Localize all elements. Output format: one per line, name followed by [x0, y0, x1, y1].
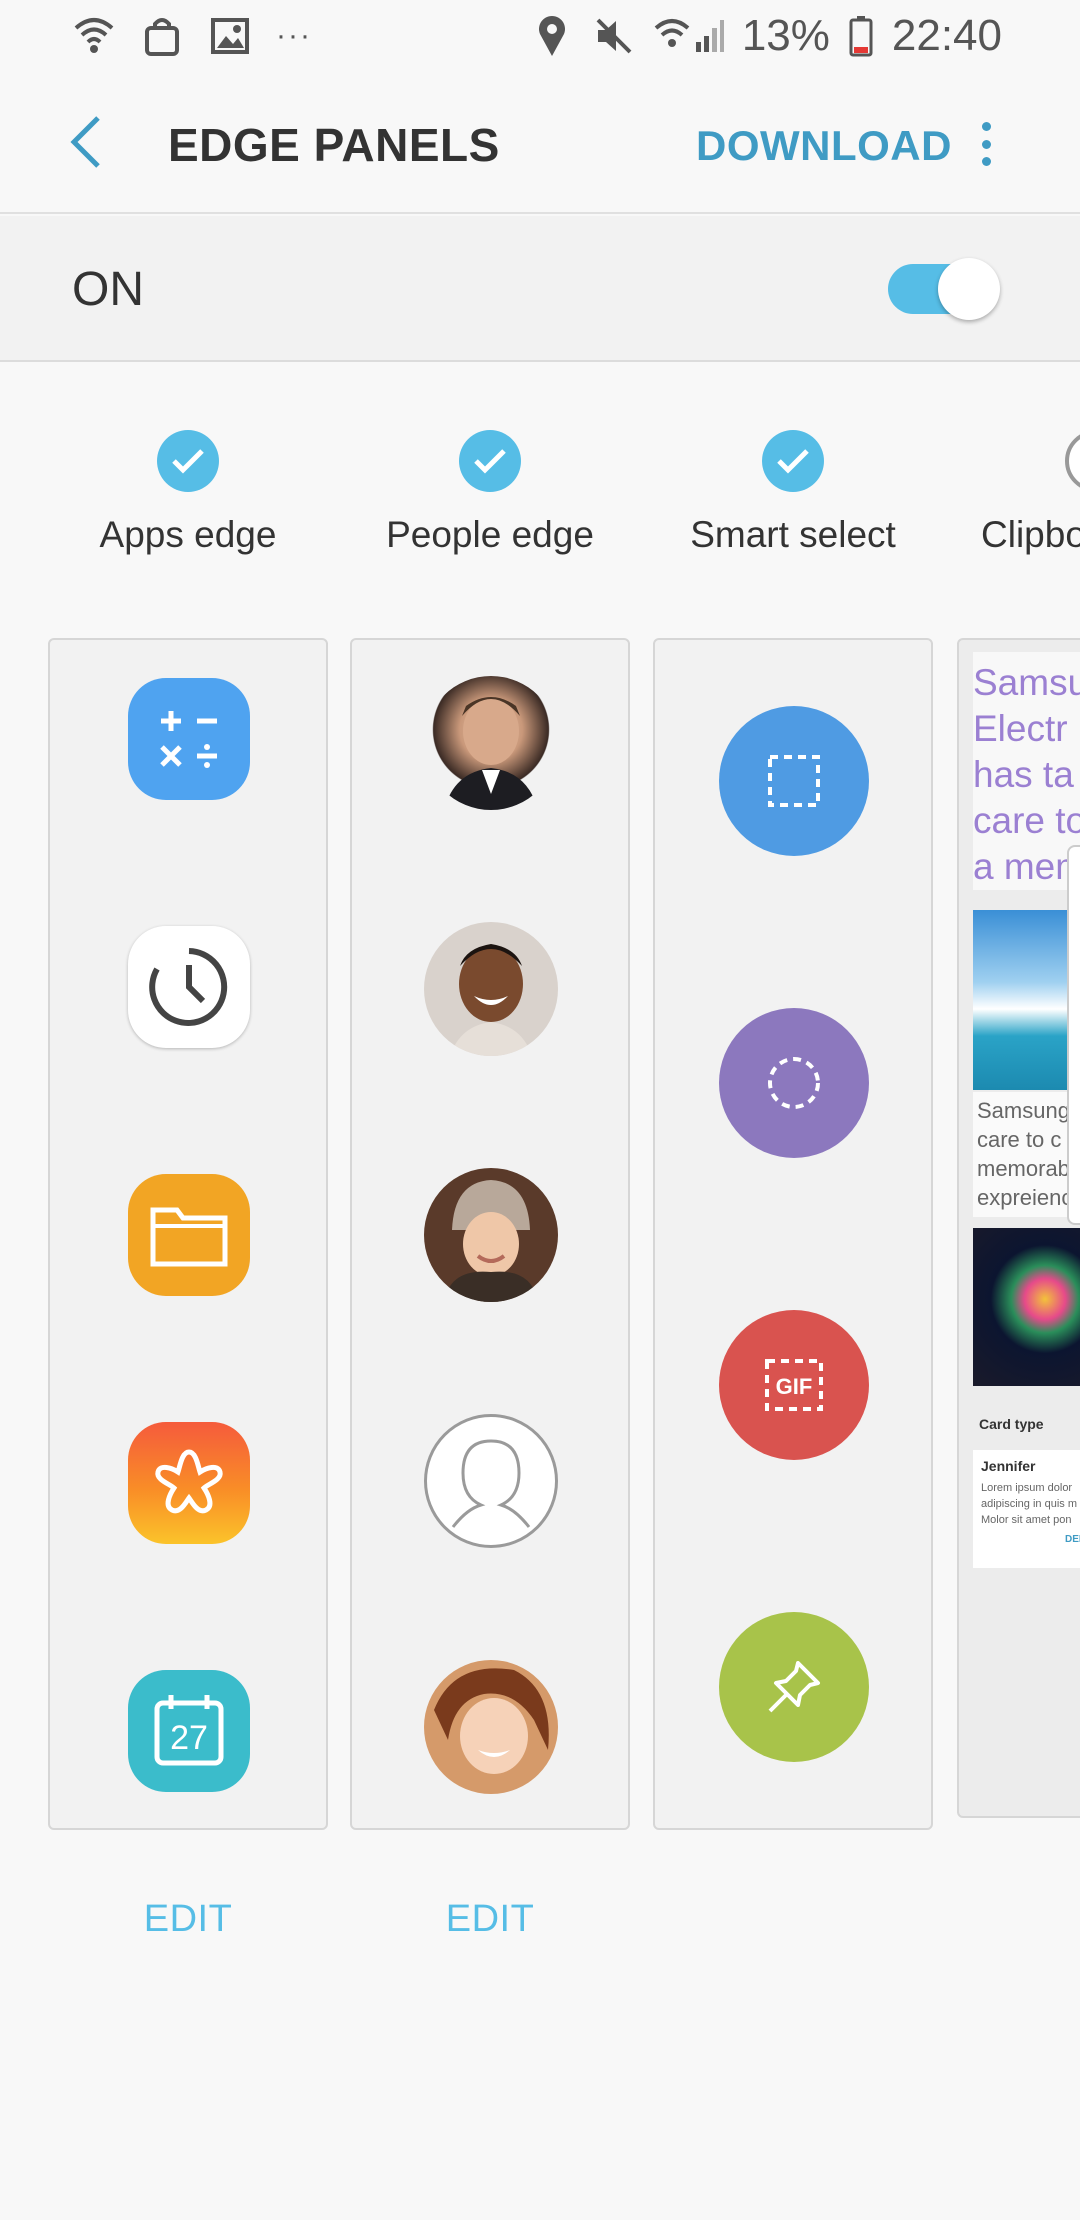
caption-line: care to c	[977, 1127, 1062, 1152]
wifi-icon	[72, 14, 116, 58]
image-icon	[208, 14, 252, 58]
back-arrow-icon	[70, 116, 100, 168]
caption-line: Samsung	[977, 1098, 1070, 1123]
note-delete-action: DEL	[1065, 1534, 1080, 1545]
app-bar: EDGE PANELS DOWNLOAD	[0, 72, 1080, 214]
clipboard-overlay-card	[1067, 845, 1080, 1225]
contact-avatar-5[interactable]	[424, 1660, 558, 1794]
unchecked-circle-icon[interactable]	[1065, 430, 1080, 492]
download-button[interactable]: DOWNLOAD	[696, 122, 952, 170]
contact-avatar-3[interactable]	[424, 1168, 558, 1302]
more-dot	[981, 122, 991, 131]
rectangle-select-icon[interactable]	[719, 706, 869, 856]
clipboard-preview[interactable]: Samsu Electr has ta care to a mem Samsun…	[957, 638, 1080, 1818]
edit-apps-edge-button[interactable]: EDIT	[48, 1898, 328, 1941]
clipboard-text-line: Electr	[973, 708, 1068, 749]
panel-selector-people-edge[interactable]: People edge	[350, 430, 630, 556]
note-line: Lorem ipsum dolor	[981, 1482, 1073, 1494]
note-title: Jennifer	[981, 1458, 1036, 1474]
caption-line: memorab	[977, 1156, 1070, 1181]
smart-select-preview[interactable]: GIF	[653, 638, 933, 1830]
panel-selector-clipboard[interactable]: Clipboard	[957, 430, 1080, 556]
clipboard-note-card: Jennifer Lorem ipsum dolor adipiscing in…	[973, 1450, 1080, 1568]
panel-selector-apps-edge[interactable]: Apps edge	[48, 430, 328, 556]
panel-selector-smart-select[interactable]: Smart select	[653, 430, 933, 556]
toggle-knob	[938, 258, 1000, 320]
more-dot	[981, 139, 991, 149]
apps-edge-preview[interactable]: 27	[48, 638, 328, 1830]
wifi-signal-icon	[654, 14, 724, 58]
clipboard-beach-image	[973, 910, 1080, 1090]
caption-line: expreienc	[977, 1185, 1073, 1210]
contact-avatar-2[interactable]	[424, 922, 558, 1056]
clock-time: 22:40	[891, 11, 1002, 60]
edit-people-edge-button[interactable]: EDIT	[350, 1898, 630, 1941]
clipboard-text-line: has ta	[973, 754, 1074, 795]
more-options-button[interactable]	[966, 116, 1006, 172]
shopping-bag-icon	[140, 14, 184, 58]
calendar-day: 27	[170, 1719, 208, 1757]
page-title: EDGE PANELS	[168, 119, 500, 171]
master-switch-row[interactable]: ON	[0, 216, 1080, 362]
battery-percentage: 13%	[741, 11, 830, 60]
people-edge-preview[interactable]	[350, 638, 630, 1830]
calculator-icon	[128, 678, 250, 800]
clipboard-text-content: Samsu Electr has ta care to a mem	[973, 660, 1080, 890]
master-switch-toggle[interactable]	[888, 256, 1000, 320]
more-notifications-indicator: ···	[276, 19, 312, 52]
calendar-icon: 27	[128, 1670, 250, 1792]
mute-icon	[592, 14, 636, 58]
back-button[interactable]	[56, 112, 116, 172]
clipboard-fireworks-image	[973, 1228, 1080, 1386]
clipboard-image-caption: Samsung care to c memorab expreienc	[973, 1092, 1080, 1217]
panel-name: People edge	[386, 514, 594, 555]
battery-icon	[848, 14, 874, 58]
note-line: adipiscing in quis m	[981, 1498, 1077, 1510]
check-icon[interactable]	[459, 430, 521, 492]
default-contact-avatar-icon[interactable]	[424, 1414, 558, 1548]
panel-name: Apps edge	[99, 514, 277, 555]
note-line: Molor sit amet pon	[981, 1514, 1072, 1526]
clipboard-text-line: a mem	[973, 846, 1080, 887]
oval-select-icon[interactable]	[719, 1008, 869, 1158]
clock-icon	[128, 926, 250, 1048]
contact-avatar-1[interactable]	[424, 676, 558, 810]
gallery-icon	[128, 1422, 250, 1544]
my-files-icon	[128, 1174, 250, 1296]
gif-label: GIF	[776, 1374, 813, 1399]
panel-name: Smart select	[690, 514, 896, 555]
more-dot	[981, 157, 991, 166]
clipboard-card-type-label: Card type	[979, 1416, 1044, 1432]
pin-to-screen-icon[interactable]	[719, 1612, 869, 1762]
animation-gif-icon[interactable]: GIF	[719, 1310, 869, 1460]
location-icon	[530, 14, 574, 58]
status-bar: ··· 13% 22:40	[0, 0, 1080, 72]
note-body: Lorem ipsum dolor adipiscing in quis m M…	[981, 1480, 1080, 1528]
clipboard-text-line: Samsu	[973, 662, 1080, 703]
master-switch-label: ON	[72, 263, 144, 316]
panel-name: Clipboard	[981, 514, 1080, 555]
check-icon[interactable]	[157, 430, 219, 492]
check-icon[interactable]	[762, 430, 824, 492]
clipboard-text-line: care to	[973, 800, 1080, 841]
